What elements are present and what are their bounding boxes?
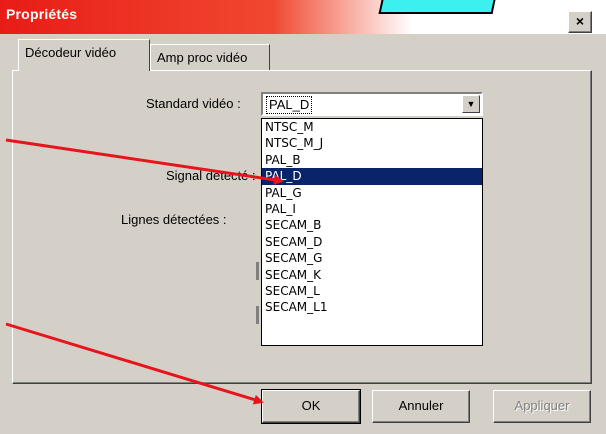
video-standard-listbox[interactable]: NTSC_M NTSC_M_J PAL_B PAL_D PAL_G PAL_I … [261,118,483,346]
window-title: Propriétés [6,6,78,22]
tab-video-decoder[interactable]: Décodeur vidéo [18,39,150,71]
properties-dialog: Propriétés × Décodeur vidéo Amp proc vid… [0,0,606,434]
dropdown-arrow-button[interactable]: ▼ [462,95,480,113]
selected-standard: PAL_D [266,96,313,114]
apply-button[interactable]: Appliquer [493,390,591,423]
annotation-callout [378,0,496,14]
list-item[interactable]: SECAM_L [262,283,482,299]
hidden-control-edge [256,306,259,324]
list-item[interactable]: SECAM_L1 [262,299,482,315]
list-item[interactable]: PAL_I [262,201,482,217]
close-button[interactable]: × [568,11,592,33]
ok-button[interactable]: OK [261,389,361,424]
hidden-control-edge [256,262,259,280]
list-item[interactable]: PAL_B [262,152,482,168]
tab-label: Décodeur vidéo [25,45,117,60]
list-item[interactable]: SECAM_K [262,267,482,283]
list-item[interactable]: NTSC_M [262,119,482,135]
lines-detected-label: Lignes détectées : [121,212,227,227]
tab-label: Amp proc vidéo [157,50,248,65]
list-item[interactable]: SECAM_G [262,250,482,266]
list-item[interactable]: NTSC_M_J [262,135,482,151]
signal-detected-label: Signal détecté : [166,168,256,183]
list-item-selected[interactable]: PAL_D [262,168,482,185]
title-bar[interactable]: Propriétés × [0,0,606,34]
video-standard-select[interactable]: PAL_D ▼ [261,92,483,116]
list-item[interactable]: SECAM_B [262,217,482,233]
close-icon: × [575,13,585,29]
chevron-down-icon: ▼ [466,99,476,109]
list-item[interactable]: PAL_G [262,185,482,201]
tab-video-proc-amp[interactable]: Amp proc vidéo [150,44,270,71]
cancel-button[interactable]: Annuler [372,390,470,423]
list-item[interactable]: SECAM_D [262,234,482,250]
standard-video-label: Standard vidéo : [146,96,241,111]
